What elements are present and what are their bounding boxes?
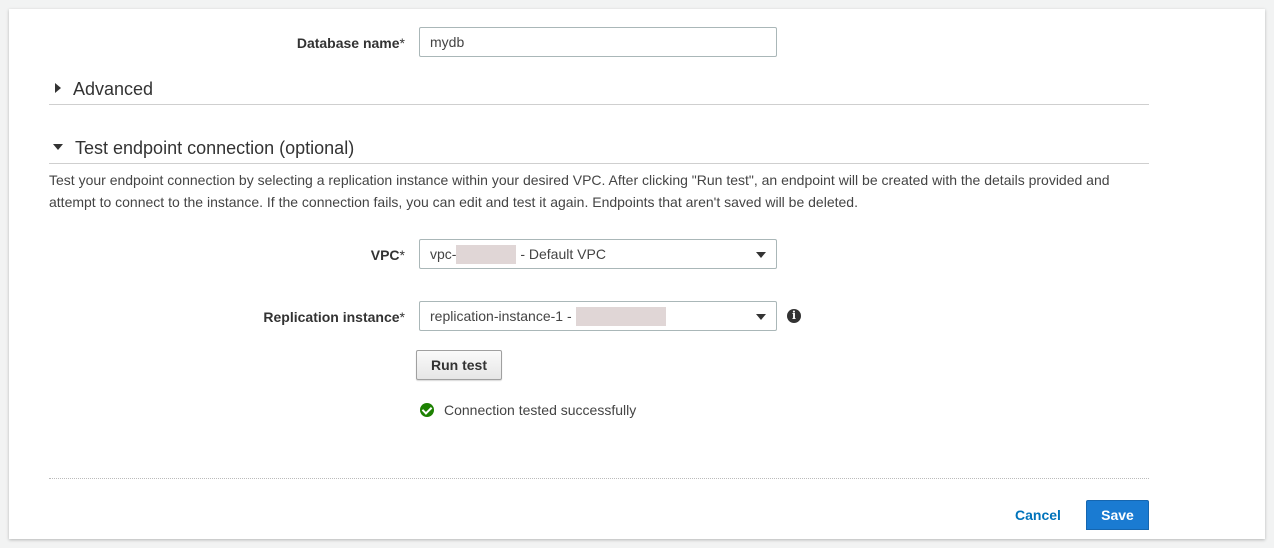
dropdown-arrow-icon	[756, 314, 766, 320]
vpc-select[interactable]: vpc- - Default VPC	[419, 239, 777, 269]
replication-instance-select[interactable]: replication-instance-1 -	[419, 301, 777, 331]
test-endpoint-description: Test your endpoint connection by selecti…	[49, 172, 1110, 210]
redacted-instance-id	[575, 306, 666, 326]
vpc-row: VPC* vpc- - Default VPC	[9, 239, 1265, 271]
replication-instance-row: Replication instance* replication-instan…	[9, 301, 1265, 333]
database-name-label: Database name*	[296, 35, 405, 51]
test-endpoint-section-toggle[interactable]: Test endpoint connection (optional)	[49, 133, 1149, 164]
database-name-row: Database name* mydb	[9, 27, 1265, 59]
info-icon[interactable]: i	[787, 309, 801, 323]
replication-instance-label: Replication instance*	[263, 309, 405, 325]
connection-status-text: Connection tested successfully	[444, 402, 637, 418]
required-mark: *	[399, 247, 405, 263]
test-endpoint-section-title: Test endpoint connection (optional)	[75, 138, 355, 158]
advanced-section-title: Advanced	[73, 79, 154, 99]
vpc-value-prefix: vpc-	[430, 246, 457, 262]
required-mark: *	[399, 35, 405, 51]
dropdown-arrow-icon	[756, 252, 766, 258]
connection-status: Connection tested successfully	[420, 400, 636, 420]
success-check-icon	[420, 403, 434, 418]
cancel-button[interactable]: Cancel	[1015, 504, 1061, 526]
save-button[interactable]: Save	[1086, 500, 1149, 530]
redacted-vpc-id	[456, 244, 517, 264]
vpc-value-suffix: - Default VPC	[516, 246, 606, 262]
vpc-label: VPC*	[370, 247, 405, 263]
caret-right-icon	[55, 83, 61, 94]
database-name-input[interactable]: mydb	[419, 27, 777, 57]
advanced-section-toggle[interactable]: Advanced	[49, 74, 1149, 105]
footer-divider	[49, 478, 1149, 479]
required-mark: *	[399, 309, 405, 325]
caret-down-icon	[53, 144, 63, 151]
replication-instance-value-prefix: replication-instance-1 -	[430, 308, 576, 324]
run-test-button[interactable]: Run test	[416, 350, 502, 380]
endpoint-form-panel: Database name* mydb Advanced Test endpoi…	[9, 9, 1265, 539]
